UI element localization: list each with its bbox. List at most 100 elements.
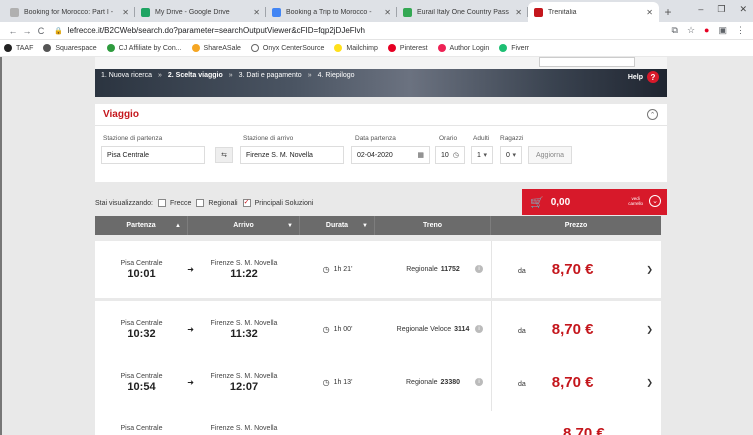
header-search-box[interactable] [539,57,635,67]
step-separator: » [157,72,162,79]
info-icon[interactable]: i [475,378,483,386]
price-cell: 8,70 € [491,425,661,435]
info-icon[interactable]: i [475,265,483,273]
cart-icon: 🛒 [530,196,544,209]
adults-select[interactable]: 1 ▾ [471,146,493,164]
departure-cell: Pisa Centrale [95,425,188,435]
forward-icon[interactable]: → [20,26,34,36]
minimize-icon[interactable]: – [698,4,703,15]
collapse-icon[interactable]: ⌃ [647,109,658,120]
author-login-icon [437,44,446,52]
bookmark-item[interactable]: ShareASale [191,44,241,52]
bookmark-item[interactable]: TAAF [4,44,33,52]
close-icon[interactable]: ✕ [122,8,129,17]
expand-chevron-icon[interactable]: ❯ [646,378,653,387]
trip-title: Viaggio [103,109,139,120]
col-arrival[interactable]: Arrivo ▼ [188,216,300,235]
close-icon[interactable]: ✕ [646,8,653,17]
cart-button[interactable]: 🛒 0,00 vedi carrello ⌄ [522,189,667,215]
close-icon[interactable]: ✕ [515,8,522,17]
restore-icon[interactable]: ❐ [717,4,725,15]
bookmark-item[interactable]: CJ Affiliate by Con... [106,44,182,52]
from-station-field[interactable]: Pisa Centrale [101,146,205,164]
bookmark-item[interactable]: Onyx CenterSource [250,44,324,52]
expand-chevron-icon[interactable]: ❯ [646,265,653,274]
sort-down-icon: ▼ [287,222,293,229]
step-separator: » [228,72,233,79]
result-row[interactable]: Pisa Centrale 10:01 ➜ Firenze S. M. Novell… [95,241,661,298]
expand-chevron-icon[interactable]: ❯ [646,325,653,334]
address-bar: ← → C 🔒 lefrecce.it/B2CWeb/search.do?par… [0,22,753,40]
calendar-icon: ▦ [417,152,424,159]
pinterest-ext-icon[interactable]: ● [704,25,709,36]
url-field[interactable]: 🔒 lefrecce.it/B2CWeb/search.do?parameter… [54,26,365,35]
result-row[interactable]: Pisa Centrale 10:54 ➜ Firenze S. M. Novell… [95,354,661,411]
arrival-station: Firenze S. M. Novella [210,319,278,327]
train-cell [375,425,491,435]
star-icon[interactable]: ☆ [687,25,695,36]
kids-select[interactable]: 0 ▾ [500,146,522,164]
col-departure[interactable]: Partenza ▲ [95,216,188,235]
step-new-search[interactable]: 1. Nuova ricerca [101,72,152,79]
reload-icon[interactable]: C [34,26,48,36]
help-icon: ? [647,71,659,83]
col-duration[interactable]: Durata ▼ [300,216,375,235]
from-station-value: Pisa Centrale [107,151,150,159]
close-icon[interactable]: ✕ [253,8,260,17]
bookmark-label: Author Login [449,44,490,52]
date-field[interactable]: 02-04-2020 ▦ [351,146,430,164]
col-header-label: Durata [325,222,349,229]
help-link[interactable]: Help? [628,71,659,83]
help-label: Help [627,73,643,81]
filter-regionali[interactable]: Regionali [196,199,238,207]
translate-icon[interactable]: ⧉ [672,25,678,36]
tab-label: Booking a Trip to Morocco - [286,8,372,16]
browser-tab[interactable]: Eurail Italy One Country Pass ✕ [397,2,528,22]
tab-label: Booking for Morocco: Part I - [24,8,114,16]
close-icon[interactable]: ✕ [384,8,391,17]
filter-principali[interactable]: ✓ Principali Soluzioni [242,199,313,207]
bookmark-item[interactable]: Mailchimp [334,44,378,52]
browser-tab[interactable]: My Drive - Google Drive ✕ [135,2,266,22]
tab-label: Eurail Italy One Country Pass [417,8,509,16]
window-controls: – ❐ ✕ [698,4,747,15]
train-number: 23380 [440,379,460,386]
browser-tab-active[interactable]: Trenitalia ✕ [528,2,659,22]
cart-note-line: carrello [628,201,643,206]
result-row[interactable]: Pisa Centrale Firenze S. M. Novella 8,70… [95,411,661,435]
bookmark-item[interactable]: Fiverr [499,44,529,52]
booking-steps: 1. Nuova ricerca » 2. Scelta viaggio » 3. … [95,72,667,79]
info-icon[interactable]: i [475,325,483,333]
filter-option-label: Frecce [169,199,192,207]
menu-icon[interactable]: ⋮ [736,25,745,36]
new-tab-icon[interactable]: + [659,2,677,22]
extension-icon[interactable]: ▣ [718,25,727,36]
col-header-label: Arrivo [233,222,254,229]
close-window-icon[interactable]: ✕ [739,4,747,15]
time-select[interactable]: 10 ◷ [435,146,465,164]
kids-label: Ragazzi [500,135,524,142]
browser-tab[interactable]: Booking for Morocco: Part I - ✕ [4,2,135,22]
to-station-field[interactable]: Firenze S. M. Novella [240,146,344,164]
tab-label: Trenitalia [548,8,577,16]
bookmark-item[interactable]: Pinterest [387,44,428,52]
arrival-time: 11:32 [230,327,258,340]
departure-time: 10:01 [127,267,156,280]
checkbox-icon [157,199,166,207]
price-prefix: da [518,328,526,335]
departure-cell: Pisa Centrale 10:54 ➜ [95,354,194,411]
update-button[interactable]: Aggiorna [528,146,572,164]
train-cell: Regionale 23380 i [375,354,491,411]
result-row[interactable]: Pisa Centrale 10:32 ➜ Firenze S. M. Novell… [95,301,661,358]
back-icon[interactable]: ← [6,26,20,36]
adults-label: Adulti [473,135,490,142]
bookmark-item[interactable]: Author Login [437,44,490,52]
arrival-cell: Firenze S. M. Novella 11:32 [188,301,300,358]
page-edge [0,57,2,435]
bookmark-item[interactable]: Squarespace [43,44,97,52]
fiverr-icon [499,44,508,52]
swap-stations-icon[interactable]: ⇆ [215,147,233,163]
filter-frecce[interactable]: Frecce [157,199,192,207]
arrival-cell: Firenze S. M. Novella 12:07 [188,354,300,411]
browser-tab[interactable]: Booking a Trip to Morocco - ✕ [266,2,397,22]
